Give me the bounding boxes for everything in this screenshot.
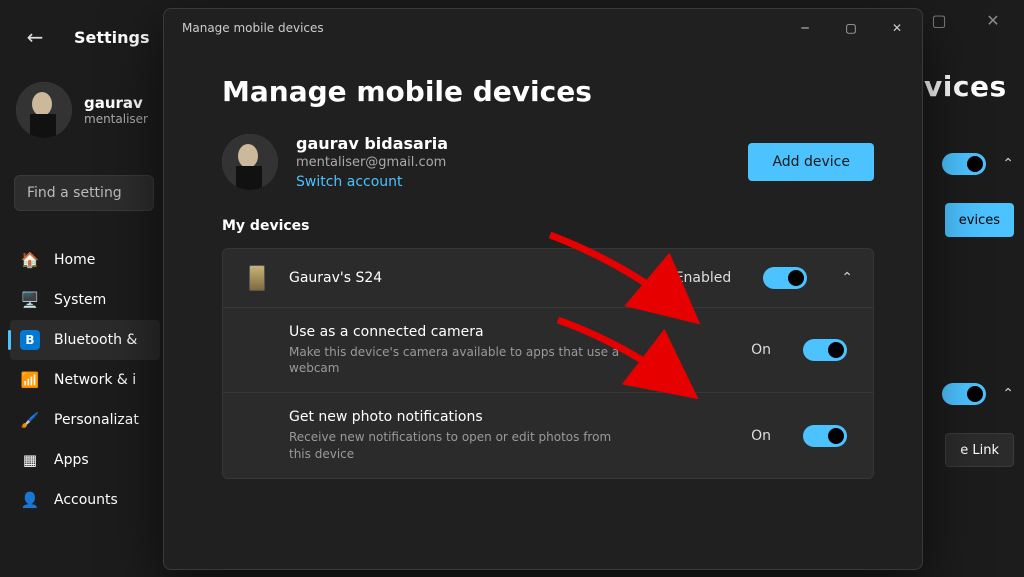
nav-personalization[interactable]: 🖌️ Personalizat — [10, 400, 160, 440]
nav-system[interactable]: 🖥️ System — [10, 280, 160, 320]
chevron-up-icon[interactable]: ⌃ — [1002, 156, 1014, 172]
nav-home[interactable]: 🏠 Home — [10, 240, 160, 280]
bg-toggle[interactable] — [942, 153, 986, 175]
home-icon: 🏠 — [20, 250, 40, 270]
avatar — [16, 82, 72, 138]
settings-account-name: gaurav — [84, 94, 148, 112]
modal-minimize-button[interactable]: ─ — [782, 10, 828, 46]
wifi-icon: 📶 — [20, 370, 40, 390]
row-desc: Make this device's camera available to a… — [289, 344, 629, 376]
modal-titlebar: Manage mobile devices ─ ▢ ✕ — [164, 9, 922, 47]
search-input[interactable]: Find a setting — [14, 175, 154, 211]
photo-notifications-row: Get new photo notifications Receive new … — [223, 393, 873, 477]
connected-camera-toggle[interactable] — [803, 339, 847, 361]
row-status: On — [751, 342, 771, 358]
device-header-row[interactable]: Gaurav's S24 Enabled ⌃ — [223, 249, 873, 308]
nav-accounts[interactable]: 👤 Accounts — [10, 480, 160, 520]
nav-apps[interactable]: ▦ Apps — [10, 440, 160, 480]
add-device-button[interactable]: Add device — [748, 143, 874, 181]
modal-body: Manage mobile devices gaurav bidasaria m… — [164, 47, 922, 569]
settings-account[interactable]: gaurav mentaliser — [16, 82, 148, 138]
chevron-up-icon[interactable]: ⌃ — [1002, 386, 1014, 402]
personalize-icon: 🖌️ — [20, 410, 40, 430]
avatar — [222, 134, 278, 190]
nav-network[interactable]: 📶 Network & i — [10, 360, 160, 400]
chevron-up-icon[interactable]: ⌃ — [841, 270, 853, 286]
connected-camera-row: Use as a connected camera Make this devi… — [223, 308, 873, 393]
modal-maximize-button[interactable]: ▢ — [828, 10, 874, 46]
bg-toggle[interactable] — [942, 383, 986, 405]
nav-label: Network & i — [54, 372, 136, 388]
nav-label: Bluetooth & — [54, 332, 137, 348]
account-email: mentaliser@gmail.com — [296, 155, 448, 170]
device-name: Gaurav's S24 — [289, 270, 657, 286]
row-desc: Receive new notifications to open or edi… — [289, 429, 629, 461]
device-status: Enabled — [675, 270, 732, 286]
nav-label: Home — [54, 252, 95, 268]
back-arrow-icon[interactable]: ← — [16, 18, 54, 56]
account-info: gaurav bidasaria mentaliser@gmail.com Sw… — [296, 134, 448, 190]
bluetooth-icon: B — [20, 330, 40, 350]
row-title: Get new photo notifications — [289, 409, 733, 425]
row-status: On — [751, 428, 771, 444]
nav-label: System — [54, 292, 106, 308]
manage-devices-window: Manage mobile devices ─ ▢ ✕ Manage mobil… — [163, 8, 923, 570]
account-row: gaurav bidasaria mentaliser@gmail.com Sw… — [222, 134, 874, 190]
account-name: gaurav bidasaria — [296, 134, 448, 153]
bg-link-button[interactable]: e Link — [945, 433, 1014, 467]
nav-label: Personalizat — [54, 412, 139, 428]
photo-notifications-toggle[interactable] — [803, 425, 847, 447]
row-title: Use as a connected camera — [289, 324, 733, 340]
settings-account-info: gaurav mentaliser — [84, 94, 148, 126]
switch-account-link[interactable]: Switch account — [296, 174, 448, 190]
phone-icon — [249, 265, 265, 291]
settings-title: Settings — [74, 28, 150, 47]
my-devices-heading: My devices — [222, 218, 874, 234]
settings-nav: 🏠 Home 🖥️ System B Bluetooth & 📶 Network… — [10, 240, 160, 520]
accounts-icon: 👤 — [20, 490, 40, 510]
bg-close-button[interactable]: ✕ — [970, 4, 1016, 36]
modal-titlebar-text: Manage mobile devices — [182, 21, 324, 35]
nav-label: Apps — [54, 452, 89, 468]
search-placeholder: Find a setting — [27, 185, 122, 201]
system-icon: 🖥️ — [20, 290, 40, 310]
device-card: Gaurav's S24 Enabled ⌃ Use as a connecte… — [222, 248, 874, 479]
page-title: Manage mobile devices — [222, 75, 874, 108]
apps-icon: ▦ — [20, 450, 40, 470]
nav-label: Accounts — [54, 492, 118, 508]
nav-bluetooth[interactable]: B Bluetooth & — [10, 320, 160, 360]
modal-close-button[interactable]: ✕ — [874, 10, 920, 46]
device-enabled-toggle[interactable] — [763, 267, 807, 289]
bg-devices-button[interactable]: evices — [945, 203, 1014, 237]
settings-account-sub: mentaliser — [84, 112, 148, 126]
settings-header: ← Settings — [16, 18, 150, 56]
